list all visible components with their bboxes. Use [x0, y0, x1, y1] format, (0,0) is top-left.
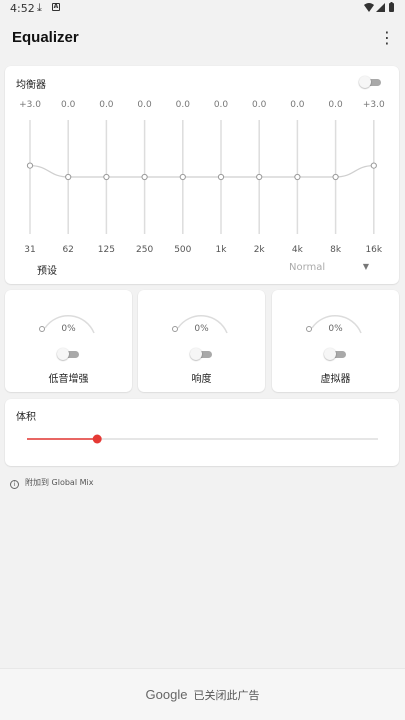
band-freq-2k: 2k: [253, 245, 265, 255]
loudness-label: 响度: [191, 374, 212, 385]
band-freq-31: 31: [24, 245, 36, 255]
band-thumb-16k[interactable]: [370, 162, 377, 169]
band-gain-31: +3.0: [19, 100, 41, 110]
band-freq-16k: 16k: [365, 245, 383, 255]
band-gain-8k: 0.0: [328, 100, 343, 110]
download-icon: ⤓: [37, 1, 42, 14]
band-thumb-62[interactable]: [65, 173, 72, 181]
band-thumb-31[interactable]: [26, 162, 34, 169]
page-title: Equalizer: [12, 29, 79, 46]
info-icon: i: [10, 480, 19, 489]
band-freq-500: 500: [174, 245, 192, 255]
band-thumb-1k[interactable]: [217, 173, 225, 181]
bass-boost-label: 低音增强: [48, 374, 89, 385]
band-thumb-4k[interactable]: [294, 173, 301, 181]
virtualizer-card: 0% 虚拟器: [272, 290, 399, 392]
loudness-percent: 0%: [194, 324, 209, 334]
chevron-down-icon: ▼: [362, 262, 369, 271]
volume-thumb[interactable]: [92, 434, 102, 444]
band-freq-125: 125: [97, 245, 115, 255]
virtualizer-percent: 0%: [328, 324, 343, 334]
status-bar: 4:52 ⤓ A: [0, 0, 405, 18]
band-gain-4k: 0.0: [290, 100, 305, 110]
google-logo: Google: [145, 687, 188, 702]
band-freq-1k: 1k: [215, 245, 227, 255]
band-thumb-250[interactable]: [141, 173, 148, 181]
band-gain-250: 0.0: [137, 100, 152, 110]
band-gain-500: 0.0: [175, 100, 190, 110]
preset-label: 预设: [37, 266, 57, 277]
battery-icon: [389, 3, 394, 12]
band-thumb-2k[interactable]: [256, 173, 263, 181]
virtualizer-toggle[interactable]: [324, 348, 346, 360]
global-mix-text: 附加到 Global Mix: [25, 478, 94, 487]
band-freq-4k: 4k: [291, 245, 303, 255]
preset-value: Normal: [289, 262, 326, 273]
ad-banner[interactable]: Google 已关闭此广告: [0, 668, 405, 720]
bass-boost-toggle[interactable]: [57, 348, 79, 360]
ad-closed-text: 已关闭此广告: [193, 689, 260, 702]
band-thumb-8k[interactable]: [332, 173, 339, 181]
wifi-icon: [364, 3, 374, 12]
app-bar: Equalizer ⋮: [0, 18, 405, 58]
band-gain-1k: 0.0: [213, 100, 229, 110]
signal-icon: [376, 3, 385, 12]
preset-dropdown[interactable]: Normal ▼: [287, 259, 373, 277]
eq-response-curve: [29, 165, 374, 178]
app-notification-icon: A: [52, 3, 60, 11]
band-gain-16k: +3.0: [362, 100, 385, 110]
band-gain-125: 0.0: [99, 100, 114, 110]
band-freq-250: 250: [136, 245, 154, 255]
global-mix-note: i 附加到 Global Mix: [10, 477, 93, 489]
status-time: 4:52: [10, 2, 35, 15]
bass-boost-percent: 0%: [61, 324, 76, 334]
band-gain-62: 0.0: [61, 100, 76, 110]
bass-boost-card: 0% 低音增强: [5, 290, 132, 392]
loudness-card: 0% 响度: [138, 290, 265, 392]
band-thumb-125[interactable]: [103, 173, 110, 181]
equalizer-card: 均衡器 预设 Normal ▼ +3.0 31 0.0 62 0.0 125 0.0 250 0…: [5, 66, 399, 284]
band-freq-62: 62: [62, 245, 74, 255]
virtualizer-label: 虚拟器: [320, 374, 351, 385]
band-thumb-500[interactable]: [179, 173, 186, 181]
more-vert-icon[interactable]: ⋮: [379, 27, 395, 49]
volume-slider[interactable]: [5, 399, 399, 466]
system-icons: [363, 2, 397, 17]
loudness-toggle[interactable]: [190, 348, 212, 360]
band-freq-8k: 8k: [330, 245, 342, 255]
band-gain-2k: 0.0: [252, 100, 267, 110]
volume-card: 体积: [5, 399, 399, 466]
